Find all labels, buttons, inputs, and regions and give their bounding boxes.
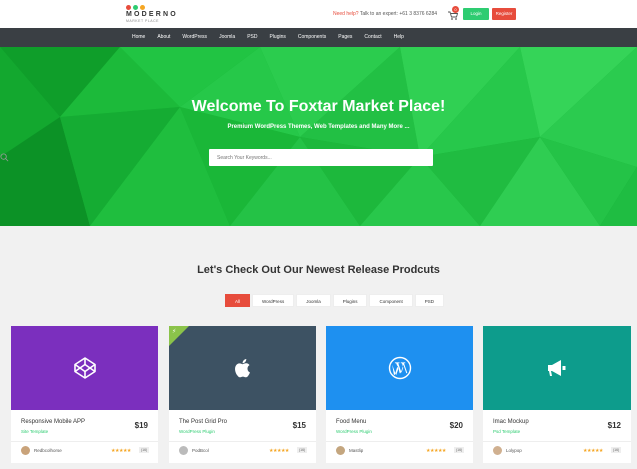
card-divider — [11, 441, 158, 442]
card-divider — [483, 441, 631, 442]
search-input[interactable] — [217, 149, 407, 166]
register-button[interactable]: Register — [492, 8, 516, 20]
avatar[interactable] — [336, 446, 345, 455]
top-bar: MODERNO MARKET PLACE Need help? Talk to … — [0, 0, 637, 28]
cart-count-badge: 0 — [452, 6, 459, 13]
apple-icon — [235, 359, 250, 378]
section-title: Let's Check Out Our Newest Release Prodc… — [197, 264, 440, 276]
rating-stars: ★★★★★ — [269, 448, 289, 454]
wordpress-icon — [388, 356, 412, 380]
nav-item-psd[interactable]: PSD — [241, 28, 263, 47]
nav-item-contact[interactable]: Contact — [358, 28, 387, 47]
filter-psd[interactable]: PSD — [414, 294, 445, 307]
rating-count: (16) — [139, 447, 150, 453]
rating-stars: ★★★★★ — [583, 448, 603, 454]
product-title[interactable]: The Post Grid Pro — [179, 419, 227, 425]
logo-subtitle: MARKET PLACE — [126, 19, 159, 23]
hero-polygon-background — [0, 47, 637, 226]
rating-count: (16) — [454, 447, 465, 453]
hero-subtitle: Premium WordPress Themes, Web Templates … — [227, 124, 410, 130]
product-category[interactable]: WordPress Plugin — [179, 429, 215, 434]
author-name[interactable]: Lolypop — [506, 448, 522, 453]
bolt-icon: ⚡ — [172, 329, 177, 335]
product-category[interactable]: WordPress Plugin — [336, 429, 372, 434]
hero-banner: Welcome To Foxtar Market Place! Premium … — [0, 47, 637, 226]
codepen-icon — [74, 357, 96, 379]
product-title[interactable]: Food Menu — [336, 419, 366, 425]
product-thumbnail[interactable]: ⚡ — [169, 326, 316, 410]
product-price: $12 — [607, 421, 621, 430]
nav-item-plugins[interactable]: Plugins — [263, 28, 291, 47]
filter-component[interactable]: Component — [369, 294, 413, 307]
help-link[interactable]: Need help? — [333, 11, 359, 17]
product-thumbnail[interactable] — [483, 326, 631, 410]
product-thumbnail[interactable] — [326, 326, 473, 410]
nav-item-pages[interactable]: Pages — [332, 28, 358, 47]
product-category[interactable]: Site Template — [21, 429, 48, 434]
rating-stars: ★★★★★ — [111, 448, 131, 454]
filter-tabs: All WordPress Joomla Plugins Component P… — [225, 294, 445, 307]
filter-wordpress[interactable]: WordPress — [252, 294, 295, 307]
logo-dot-red — [126, 5, 131, 10]
filter-plugins[interactable]: Plugins — [332, 294, 368, 307]
product-price: $15 — [292, 421, 306, 430]
product-card[interactable]: ⚡ The Post Grid Pro WordPress Plugin $15… — [169, 326, 316, 463]
help-text: Need help? Talk to an expert: +61 3 8376… — [333, 11, 437, 17]
megaphone-icon — [548, 360, 566, 376]
nav-item-home[interactable]: Home — [126, 28, 151, 47]
rating-count: (16) — [297, 447, 308, 453]
author-name[interactable]: PodBcol — [192, 448, 209, 453]
logo-name: MODERNO — [126, 11, 178, 18]
product-card[interactable]: Food Menu WordPress Plugin $20 Mastlip ★… — [326, 326, 473, 463]
card-divider — [169, 441, 316, 442]
logo-dots — [126, 5, 186, 10]
rating-count: (16) — [611, 447, 622, 453]
search-icon[interactable] — [0, 153, 9, 162]
main-nav: Home About WordPress Joomla PSD Plugins … — [0, 28, 637, 47]
product-card[interactable]: Responsive Mobile APP Site Template $19 … — [11, 326, 158, 463]
author-name[interactable]: Mastlip — [349, 448, 363, 453]
product-title[interactable]: Responsive Mobile APP — [21, 419, 85, 425]
search-box[interactable] — [209, 149, 433, 166]
rating-stars: ★★★★★ — [426, 448, 446, 454]
nav-item-about[interactable]: About — [151, 28, 176, 47]
hero-title: Welcome To Foxtar Market Place! — [191, 98, 446, 115]
product-card[interactable]: Imac Mockup Psd Template $12 Lolypop ★★★… — [483, 326, 631, 463]
nav-list: Home About WordPress Joomla PSD Plugins … — [126, 28, 410, 47]
login-button[interactable]: Login — [463, 8, 489, 20]
author-name[interactable]: Redbcolhorse — [34, 448, 62, 453]
card-divider — [326, 441, 473, 442]
logo-dot-orange — [140, 5, 145, 10]
product-thumbnail[interactable] — [11, 326, 158, 410]
filter-all[interactable]: All — [225, 294, 251, 307]
logo-dot-green — [133, 5, 138, 10]
nav-item-wordpress[interactable]: WordPress — [176, 28, 213, 47]
product-price: $19 — [134, 421, 148, 430]
avatar[interactable] — [493, 446, 502, 455]
product-title[interactable]: Imac Mockup — [493, 419, 529, 425]
avatar[interactable] — [179, 446, 188, 455]
help-phone: Talk to an expert: +61 3 8376 6284 — [358, 11, 438, 17]
filter-joomla[interactable]: Joomla — [296, 294, 331, 307]
product-price: $20 — [449, 421, 463, 430]
nav-item-help[interactable]: Help — [388, 28, 410, 47]
avatar[interactable] — [21, 446, 30, 455]
nav-item-joomla[interactable]: Joomla — [213, 28, 241, 47]
logo[interactable]: MODERNO MARKET PLACE — [126, 5, 186, 25]
nav-item-components[interactable]: Components — [292, 28, 332, 47]
product-category[interactable]: Psd Template — [493, 429, 520, 434]
